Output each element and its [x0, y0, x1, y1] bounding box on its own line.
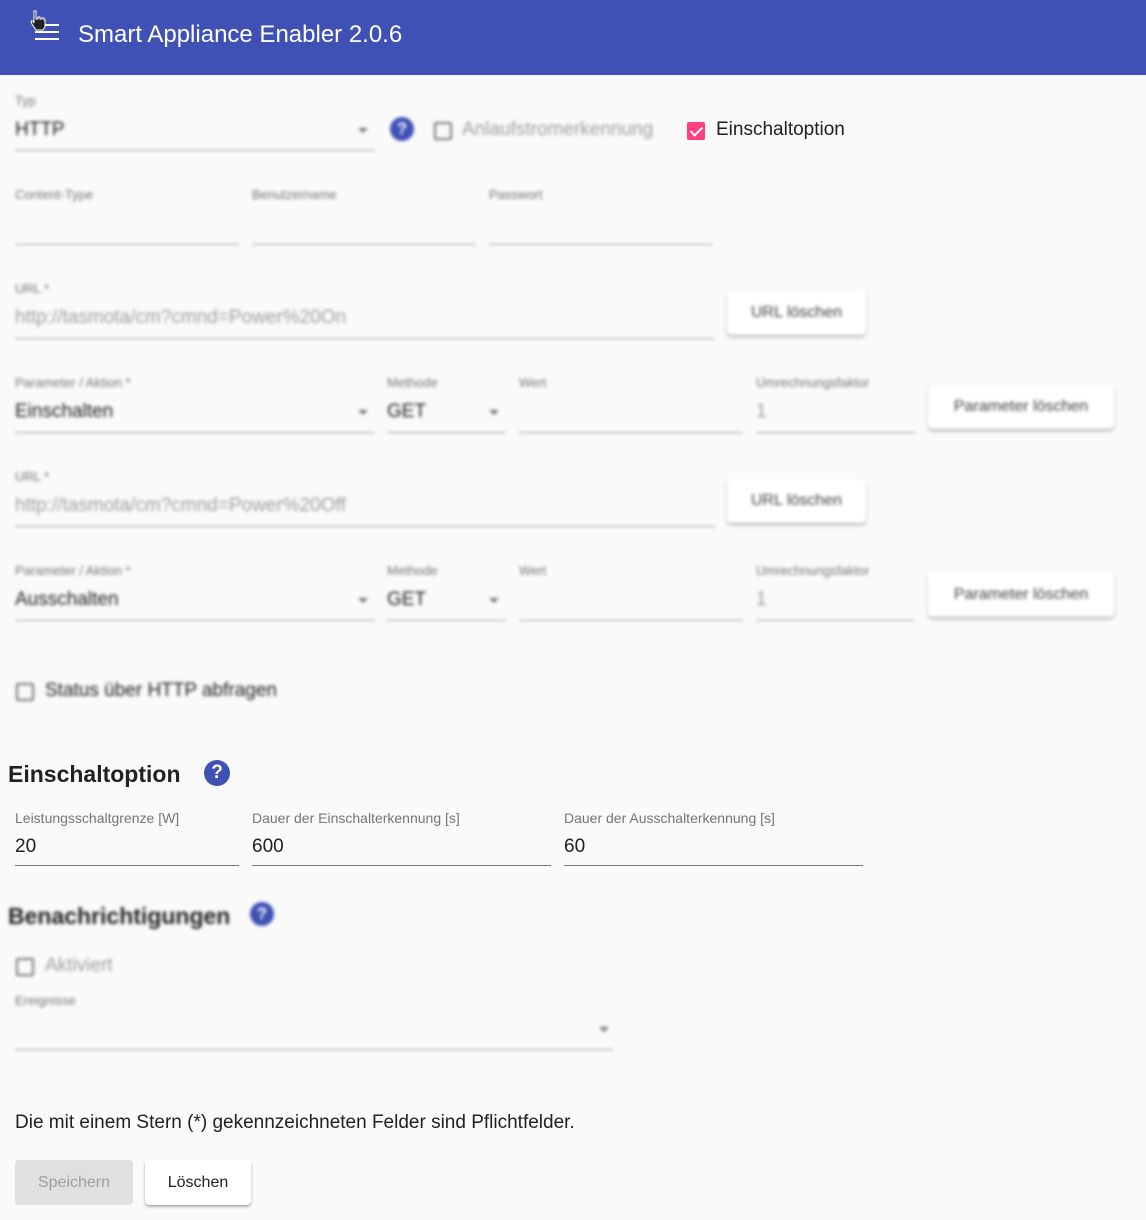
- help-icon[interactable]: ?: [204, 760, 230, 786]
- status-checkbox[interactable]: [16, 683, 34, 701]
- leistungsschaltgrenze-label: Leistungsschaltgrenze [W]: [15, 810, 180, 826]
- typ-select[interactable]: Typ HTTP: [15, 93, 375, 151]
- ereignisse-select[interactable]: Ereignisse: [15, 993, 613, 1051]
- app-toolbar: Smart Appliance Enabler 2.0.6: [0, 0, 1146, 75]
- param-delete-button[interactable]: Parameter löschen: [928, 573, 1114, 617]
- wert-label: Wert: [519, 375, 547, 390]
- passwort-label: Passwort: [489, 187, 543, 202]
- chevron-down-icon: [489, 410, 499, 415]
- url-label: URL *: [15, 281, 50, 296]
- ausschalterkennung-input[interactable]: Dauer der Ausschalterkennung [s] 60: [564, 810, 863, 868]
- faktor-input[interactable]: Umrechnungsfaktor 1: [756, 375, 915, 433]
- faktor-value: 1: [756, 589, 767, 610]
- ereignisse-label: Ereignisse: [15, 993, 76, 1008]
- ausschalterkennung-value: 60: [564, 836, 586, 857]
- required-fields-note: Die mit einem Stern (*) gekennzeichneten…: [15, 1112, 575, 1133]
- einschalterkennung-value: 600: [252, 836, 284, 857]
- einschaltoption-label: Einschaltoption: [716, 119, 845, 140]
- faktor-label: Umrechnungsfaktor: [756, 375, 870, 390]
- einschaltoption-checkbox[interactable]: [687, 122, 705, 140]
- url-input[interactable]: URL * http://tasmota/cm?cmnd=Power%20On: [15, 281, 715, 339]
- method-select[interactable]: Methode GET: [387, 563, 506, 621]
- typ-label: Typ: [15, 93, 36, 108]
- param-value: Einschalten: [15, 401, 114, 422]
- wert-input[interactable]: Wert: [519, 375, 743, 433]
- benutzername-label: Benutzername: [252, 187, 337, 202]
- wert-input[interactable]: Wert: [519, 563, 743, 621]
- typ-value: HTTP: [15, 119, 65, 140]
- aktiviert-checkbox[interactable]: [16, 958, 34, 976]
- leistungsschaltgrenze-value: 20: [15, 836, 37, 857]
- help-icon[interactable]: ?: [250, 902, 274, 926]
- url-value: http://tasmota/cm?cmnd=Power%20On: [15, 307, 347, 328]
- param-label: Parameter / Aktion *: [15, 563, 131, 578]
- param-select[interactable]: Parameter / Aktion * Ausschalten: [15, 563, 375, 621]
- faktor-input[interactable]: Umrechnungsfaktor 1: [756, 563, 915, 621]
- method-label: Methode: [387, 563, 438, 578]
- ausschalterkennung-label: Dauer der Ausschalterkennung [s]: [564, 810, 775, 826]
- chevron-down-icon: [358, 128, 368, 133]
- content-type-input[interactable]: Content-Type: [15, 187, 239, 245]
- url-value: http://tasmota/cm?cmnd=Power%20Off: [15, 495, 346, 516]
- status-label: Status über HTTP abfragen: [45, 680, 277, 701]
- cursor-hand-icon: [30, 10, 46, 31]
- aktiviert-label: Aktiviert: [45, 955, 113, 976]
- einschalterkennung-label: Dauer der Einschalterkennung [s]: [252, 810, 460, 826]
- notifications-title: Benachrichtigungen: [8, 903, 231, 929]
- chevron-down-icon: [358, 410, 368, 415]
- anlauf-label: Anlaufstromerkennung: [462, 119, 654, 140]
- method-select[interactable]: Methode GET: [387, 375, 506, 433]
- chevron-down-icon: [358, 598, 368, 603]
- url-input[interactable]: URL * http://tasmota/cm?cmnd=Power%20Off: [15, 469, 715, 527]
- param-value: Ausschalten: [15, 589, 119, 610]
- method-label: Methode: [387, 375, 438, 390]
- einschaltoption-title: Einschaltoption: [8, 761, 181, 787]
- url-delete-button[interactable]: URL löschen: [727, 479, 866, 523]
- param-select[interactable]: Parameter / Aktion * Einschalten: [15, 375, 375, 433]
- help-icon[interactable]: ?: [390, 117, 414, 141]
- chevron-down-icon: [599, 1027, 609, 1032]
- chevron-down-icon: [489, 598, 499, 603]
- param-delete-button[interactable]: Parameter löschen: [928, 385, 1114, 429]
- einschalterkennung-input[interactable]: Dauer der Einschalterkennung [s] 600: [252, 810, 551, 868]
- method-value: GET: [387, 589, 427, 610]
- passwort-input[interactable]: Passwort: [489, 187, 713, 245]
- url-label: URL *: [15, 469, 50, 484]
- app-title: Smart Appliance Enabler 2.0.6: [78, 21, 403, 48]
- content-type-label: Content-Type: [15, 187, 94, 202]
- faktor-value: 1: [756, 401, 767, 422]
- leistungsschaltgrenze-input[interactable]: Leistungsschaltgrenze [W] 20: [15, 810, 239, 868]
- anlauf-checkbox[interactable]: [434, 122, 452, 140]
- benutzername-input[interactable]: Benutzername: [252, 187, 476, 245]
- wert-label: Wert: [519, 563, 547, 578]
- method-value: GET: [387, 401, 427, 422]
- url-delete-button[interactable]: URL löschen: [727, 291, 866, 335]
- save-button[interactable]: Speichern: [15, 1160, 133, 1205]
- param-label: Parameter / Aktion *: [15, 375, 131, 390]
- delete-button[interactable]: Löschen: [145, 1160, 251, 1205]
- faktor-label: Umrechnungsfaktor: [756, 563, 870, 578]
